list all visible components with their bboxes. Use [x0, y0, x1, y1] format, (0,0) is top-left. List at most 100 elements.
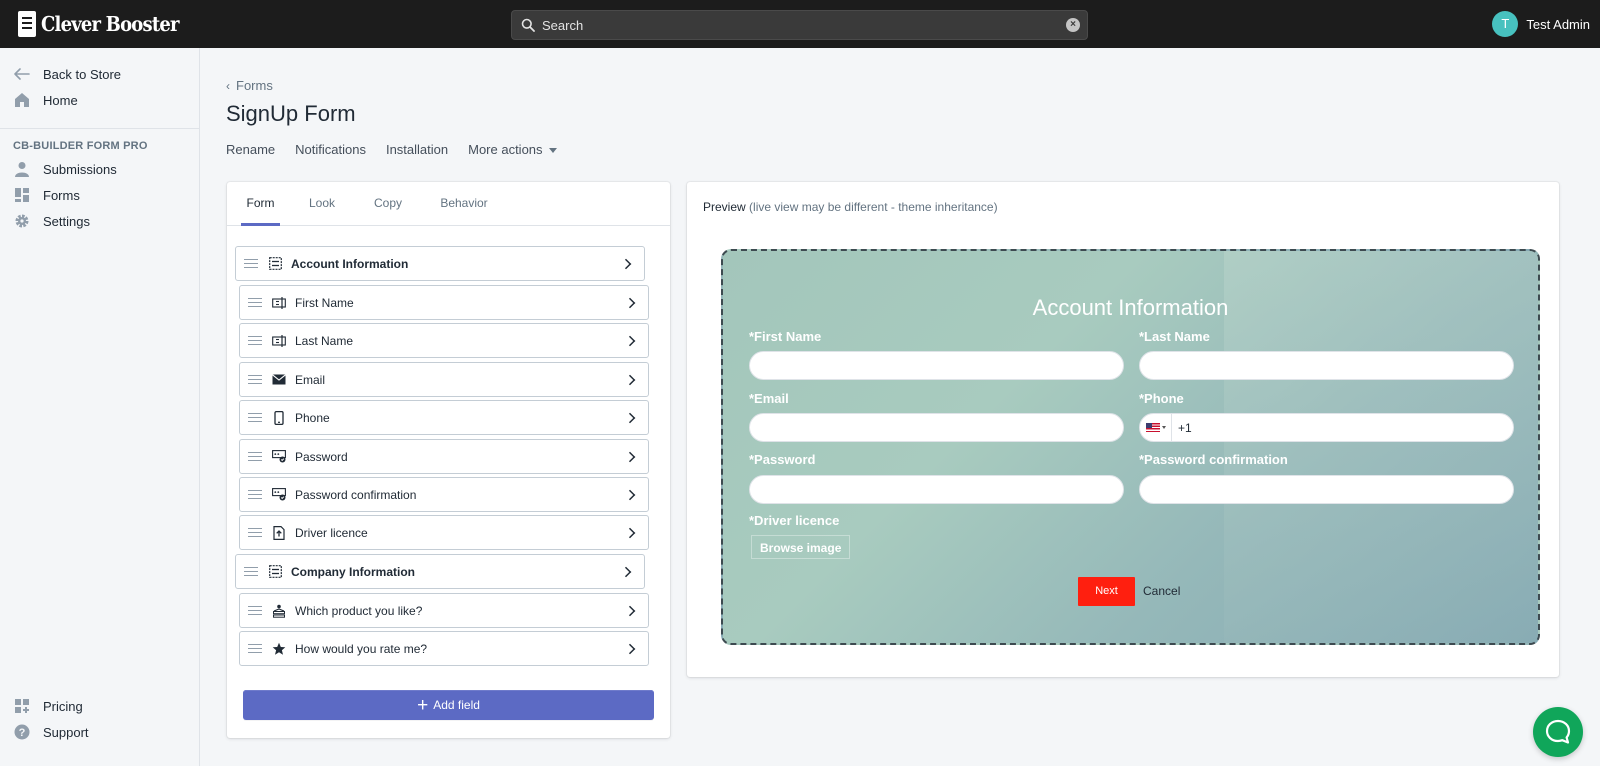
chat-button[interactable]	[1533, 707, 1583, 757]
phone-input[interactable]: +1	[1139, 413, 1514, 442]
preview-label: Preview	[703, 200, 746, 214]
last-name-input[interactable]	[1139, 351, 1514, 380]
sidebar-item-back-to-store[interactable]: Back to Store	[0, 61, 199, 87]
phone-dial-code: +1	[1178, 420, 1192, 435]
field-row[interactable]: Email	[239, 362, 649, 397]
email-input[interactable]	[749, 413, 1124, 442]
field-label: Company Information	[291, 564, 416, 579]
preview-heading: Preview (live view may be different - th…	[703, 200, 998, 214]
country-selector[interactable]	[1140, 414, 1172, 441]
tab-look[interactable]: Look	[306, 182, 338, 226]
user-name: Test Admin	[1526, 16, 1590, 32]
drag-handle-icon[interactable]	[244, 259, 258, 268]
field-label: How would you rate me?	[295, 641, 428, 656]
section-row[interactable]: Company Information	[235, 554, 645, 589]
add-field-button[interactable]: + Add field	[243, 690, 654, 720]
field-row[interactable]: Password	[239, 439, 649, 474]
tab-form[interactable]: Form	[241, 182, 280, 226]
password-confirmation-input[interactable]	[1139, 475, 1514, 504]
next-button[interactable]: Next	[1078, 577, 1135, 606]
rename-action[interactable]: Rename	[226, 142, 275, 157]
drag-handle-icon[interactable]	[248, 452, 262, 461]
tab-behavior[interactable]: Behavior	[435, 182, 493, 226]
drag-handle-icon[interactable]	[248, 490, 262, 499]
caret-down-icon	[548, 148, 557, 154]
drag-handle-icon[interactable]	[248, 644, 262, 653]
sidebar-item-submissions[interactable]: Submissions	[0, 156, 199, 182]
sidebar-item-label: Support	[43, 724, 89, 740]
person-icon	[13, 161, 30, 178]
drag-handle-icon[interactable]	[248, 606, 262, 615]
drag-handle-icon[interactable]	[248, 298, 262, 307]
phone-label: *Phone	[1139, 391, 1184, 406]
sidebar-item-settings[interactable]: Settings	[0, 208, 199, 234]
field-row[interactable]: Driver licence	[239, 515, 649, 550]
search-bar[interactable]: ×	[511, 10, 1088, 40]
page-actions: Rename Notifications Installation More a…	[226, 142, 577, 157]
breadcrumb[interactable]: ‹ Forms	[226, 78, 273, 93]
clear-search-icon[interactable]: ×	[1066, 18, 1080, 32]
field-row[interactable]: First Name	[239, 285, 649, 320]
password-label: *Password	[749, 452, 816, 467]
more-actions-label: More actions	[468, 142, 543, 157]
more-actions-dropdown[interactable]: More actions	[468, 142, 557, 157]
cancel-button[interactable]: Cancel	[1143, 584, 1180, 598]
plus-icon: +	[417, 694, 429, 716]
sidebar-item-label: Pricing	[43, 698, 83, 714]
drag-handle-icon[interactable]	[248, 413, 262, 422]
section-icon	[268, 256, 282, 272]
first-name-input[interactable]	[749, 351, 1124, 380]
chevron-right-icon	[624, 335, 636, 346]
sidebar-item-pricing[interactable]: Pricing	[0, 693, 199, 719]
sidebar-item-forms[interactable]: Forms	[0, 182, 199, 208]
field-row[interactable]: Last Name	[239, 323, 649, 358]
text-field-icon	[272, 295, 286, 311]
forms-grid-icon	[13, 187, 30, 204]
drag-handle-icon[interactable]	[248, 336, 262, 345]
sidebar-divider	[0, 128, 199, 129]
logo-icon	[18, 11, 36, 37]
drag-handle-icon[interactable]	[248, 528, 262, 537]
breadcrumb-label: Forms	[236, 78, 273, 93]
chevron-right-icon	[624, 605, 636, 616]
field-label: Driver licence	[295, 525, 368, 540]
installation-action[interactable]: Installation	[386, 142, 448, 157]
svg-text:?: ?	[18, 727, 25, 739]
email-label: *Email	[749, 391, 789, 406]
field-row[interactable]: Password confirmation	[239, 477, 649, 512]
sidebar-item-label: Submissions	[43, 161, 117, 177]
avatar: T	[1492, 11, 1519, 37]
field-label: Email	[295, 372, 326, 387]
user-menu[interactable]: T Test Admin	[1492, 11, 1590, 37]
sidebar-item-label: Settings	[43, 213, 90, 229]
browse-image-button[interactable]: Browse image	[751, 535, 851, 559]
field-row[interactable]: Which product you like?	[239, 593, 649, 628]
field-row[interactable]: How would you rate me?	[239, 631, 649, 666]
last-name-label: *Last Name	[1139, 329, 1210, 344]
chevron-right-icon	[624, 527, 636, 538]
notifications-action[interactable]: Notifications	[295, 142, 366, 157]
preview-form-title: Account Information	[1032, 295, 1229, 320]
field-row[interactable]: Phone	[239, 400, 649, 435]
sidebar-item-support[interactable]: ? Support	[0, 719, 199, 745]
chevron-right-icon	[620, 566, 632, 577]
us-flag-icon	[1145, 423, 1160, 432]
form-builder-card: Form Look Copy Behavior Account Informat…	[227, 182, 670, 738]
password-input[interactable]	[749, 475, 1124, 504]
chat-icon	[1545, 719, 1571, 744]
field-label: Password confirmation	[295, 487, 417, 502]
drag-handle-icon[interactable]	[248, 375, 262, 384]
sidebar-item-label: Forms	[43, 187, 80, 203]
logo[interactable]: Clever Booster	[18, 9, 179, 39]
sidebar-item-label: Home	[43, 92, 78, 108]
password-icon	[272, 449, 286, 465]
tab-copy[interactable]: Copy	[366, 182, 410, 226]
section-row[interactable]: Account Information	[235, 246, 645, 281]
chevron-right-icon	[624, 412, 636, 423]
search-input[interactable]	[542, 11, 1062, 39]
gear-icon	[13, 213, 30, 230]
drag-handle-icon[interactable]	[244, 567, 258, 576]
sidebar: Back to Store Home CB-BUILDER FORM PRO S…	[0, 48, 200, 766]
help-icon: ?	[13, 724, 30, 741]
sidebar-item-home[interactable]: Home	[0, 87, 199, 113]
